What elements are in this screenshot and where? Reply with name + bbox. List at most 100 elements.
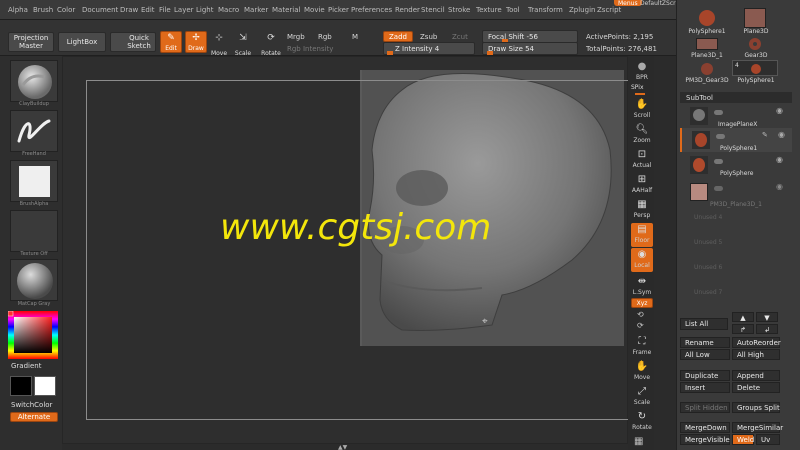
menu-zscript[interactable]: Zscript xyxy=(597,6,621,14)
alternate-button[interactable]: Alternate xyxy=(10,412,58,422)
bottom-tray-handle-icon[interactable]: ▲▼ xyxy=(338,444,352,450)
rename-button[interactable]: Rename xyxy=(680,337,730,348)
menu-brush[interactable]: Brush xyxy=(33,6,53,14)
menu-macro[interactable]: Macro xyxy=(218,6,239,14)
quick-sketch-button[interactable]: Quick Sketch xyxy=(110,32,156,52)
menu-texture[interactable]: Texture xyxy=(476,6,502,14)
split-hidden-button[interactable]: Split Hidden xyxy=(680,402,730,413)
stroke-selector[interactable] xyxy=(10,110,58,152)
color-picker[interactable] xyxy=(7,310,58,359)
mergesimilar-button[interactable]: MergeSimilar xyxy=(732,422,783,433)
persp-button[interactable]: ▦ Persp xyxy=(631,198,653,222)
menu-marker[interactable]: Marker xyxy=(244,6,268,14)
scroll-button[interactable]: ✋ Scroll xyxy=(631,98,653,122)
tool-polysphere1b-thumb[interactable]: 4 xyxy=(732,60,778,76)
rotate-mode-button[interactable]: ⟳ Rotate xyxy=(258,32,284,57)
bpr-button[interactable]: ● BPR xyxy=(631,60,653,84)
eye-icon[interactable]: ◉ xyxy=(776,155,783,164)
all-low-button[interactable]: All Low xyxy=(680,349,730,360)
uv-toggle[interactable]: Uv xyxy=(756,434,780,445)
subtool-row[interactable]: ◉ PM3D_Plane3D_1 xyxy=(680,180,792,208)
subtool-row-selected[interactable]: ✎ ◉ PolySphere1 xyxy=(680,128,792,152)
tool-polysphere1-thumb[interactable] xyxy=(696,8,718,28)
visibility-toggle[interactable] xyxy=(714,110,723,115)
zcut-toggle[interactable]: Zcut xyxy=(452,33,468,41)
tool-plane3d-thumb[interactable] xyxy=(744,8,766,28)
zsub-toggle[interactable]: Zsub xyxy=(420,33,437,41)
mrgb-toggle[interactable]: Mrgb xyxy=(287,33,305,41)
texture-selector[interactable] xyxy=(10,210,58,252)
aahalf-button[interactable]: ⊞ AAHalf xyxy=(631,173,653,197)
gradient-toggle[interactable]: Gradient xyxy=(11,362,41,370)
draw-mode-button[interactable]: ✢ Draw xyxy=(185,31,207,53)
subtool-row[interactable]: ◉ ImagePlaneX xyxy=(680,104,792,128)
move-view-button[interactable]: ✋ Move xyxy=(631,360,653,384)
menu-draw[interactable]: Draw xyxy=(120,6,138,14)
draw-size-slider[interactable]: Draw Size 54 xyxy=(482,42,578,55)
material-selector[interactable] xyxy=(10,259,58,301)
eye-icon[interactable]: ◉ xyxy=(778,130,785,139)
subtool-row[interactable]: ◉ PolySphere xyxy=(680,153,792,177)
autoreorder-button[interactable]: AutoReorder xyxy=(732,337,781,348)
weld-toggle[interactable]: Weld xyxy=(732,434,754,445)
visibility-toggle[interactable] xyxy=(714,159,723,164)
menu-zplugin[interactable]: Zplugin xyxy=(569,6,595,14)
edit-mode-button[interactable]: ✎ Edit xyxy=(160,31,182,53)
projection-master-button[interactable]: Projection Master xyxy=(8,32,54,52)
menu-preferences[interactable]: Preferences xyxy=(351,6,392,14)
menu-edit[interactable]: Edit xyxy=(141,6,155,14)
all-high-button[interactable]: All High xyxy=(732,349,780,360)
menu-stencil[interactable]: Stencil xyxy=(421,6,445,14)
delete-button[interactable]: Delete xyxy=(732,382,780,393)
switchcolor-button[interactable]: SwitchColor xyxy=(11,401,52,409)
menu-layer[interactable]: Layer xyxy=(174,6,194,14)
move-mode-button[interactable]: ⊹ Move xyxy=(208,32,230,57)
brush-selector[interactable] xyxy=(10,60,58,102)
insert-button[interactable]: Insert xyxy=(680,382,730,393)
rotate-view-button[interactable]: ↻ Rotate xyxy=(631,410,653,434)
menu-render[interactable]: Render xyxy=(395,6,420,14)
visibility-toggle[interactable] xyxy=(716,134,725,139)
lsym-button[interactable]: ⇹ L.Sym xyxy=(631,275,653,299)
spix-slider[interactable]: SPix xyxy=(631,84,653,95)
frame-button[interactable]: ⛶ Frame xyxy=(631,335,653,359)
subtool-header[interactable]: SubTool xyxy=(680,92,792,103)
xyz-button[interactable]: Xyz xyxy=(631,298,653,308)
menu-tool[interactable]: Tool xyxy=(506,6,520,14)
list-all-button[interactable]: List All xyxy=(680,318,728,330)
z-intensity-slider[interactable]: Z Intensity 4 xyxy=(383,42,475,55)
rgb-toggle[interactable]: Rgb xyxy=(318,33,332,41)
rgb-intensity-slider[interactable]: Rgb Intensity xyxy=(287,45,333,53)
arrow-down-icon[interactable]: ▼ xyxy=(756,312,778,322)
tool-gear3d-thumb[interactable] xyxy=(744,37,766,51)
arrow-up-icon[interactable]: ▲ xyxy=(732,312,754,322)
eye-icon[interactable]: ◉ xyxy=(776,106,783,115)
grid-icon[interactable]: ▦ xyxy=(634,436,643,447)
menu-alpha[interactable]: Alpha xyxy=(8,6,28,14)
rotate-z-icon[interactable]: ⟳ xyxy=(637,321,644,330)
menu-picker[interactable]: Picker xyxy=(328,6,349,14)
duplicate-button[interactable]: Duplicate xyxy=(680,370,730,381)
menu-document[interactable]: Document xyxy=(82,6,118,14)
secondary-color-swatch[interactable] xyxy=(34,376,56,396)
menu-file[interactable]: File xyxy=(159,6,171,14)
menu-material[interactable]: Material xyxy=(272,6,300,14)
local-button[interactable]: ◉ Local xyxy=(631,248,653,272)
groups-split-button[interactable]: Groups Split xyxy=(732,402,780,413)
menu-movie[interactable]: Movie xyxy=(304,6,325,14)
tool-plane3d1-thumb[interactable] xyxy=(696,38,718,50)
floor-button[interactable]: ▤ Floor xyxy=(631,223,653,247)
lightbox-button[interactable]: LightBox xyxy=(58,32,106,52)
scale-mode-button[interactable]: ⇲ Scale xyxy=(232,32,254,57)
menu-stroke[interactable]: Stroke xyxy=(448,6,470,14)
scale-view-button[interactable]: ⤢ Scale xyxy=(631,385,653,409)
rotate-y-icon[interactable]: ⟲ xyxy=(637,310,644,319)
actual-button[interactable]: ⊡ Actual xyxy=(631,148,653,172)
main-color-swatch[interactable] xyxy=(10,376,32,396)
brush-icon[interactable]: ✎ xyxy=(762,131,768,139)
visibility-toggle[interactable] xyxy=(714,186,723,191)
mergedown-button[interactable]: MergeDown xyxy=(680,422,730,433)
m-toggle[interactable]: M xyxy=(352,33,358,41)
menu-color[interactable]: Color xyxy=(57,6,75,14)
alpha-selector[interactable] xyxy=(10,160,58,202)
